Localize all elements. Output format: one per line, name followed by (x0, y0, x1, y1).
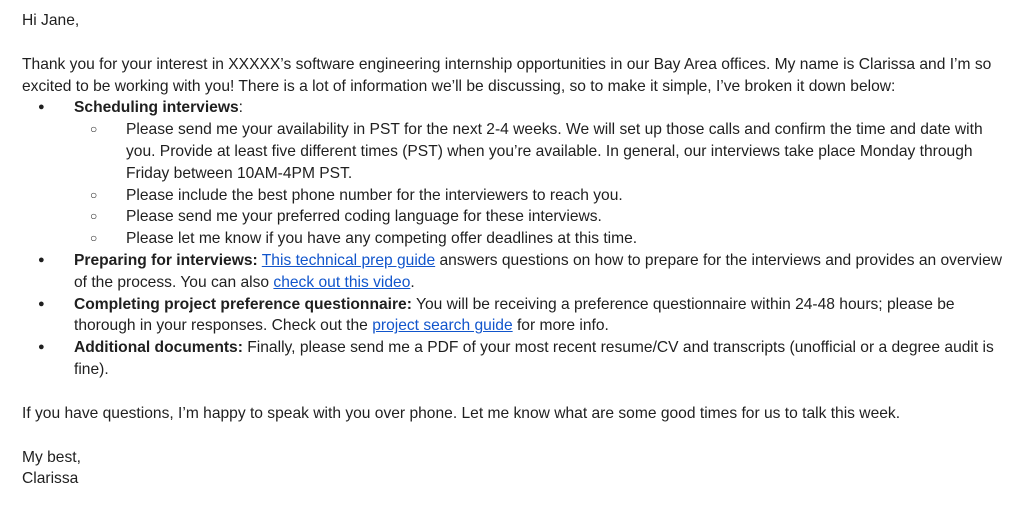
list-item-questionnaire: ● Completing project preference question… (22, 294, 1008, 338)
signoff: My best, (22, 448, 81, 466)
greeting: Hi Jane, (22, 12, 80, 29)
preparing-title: Preparing for interviews: (74, 251, 258, 269)
bullet-icon: ● (38, 341, 45, 354)
bullet-icon: ● (38, 101, 45, 114)
preparing-period: . (410, 273, 415, 291)
documents-title: Additional documents: (74, 339, 243, 357)
main-bullet-list: ● Scheduling interviews: ○ Please send m… (22, 97, 1008, 380)
scheduling-sub-list: ○ Please send me your availability in PS… (74, 119, 1008, 250)
closing-question: If you have questions, I’m happy to spea… (22, 404, 901, 422)
sub-list-item: ○ Please include the best phone number f… (74, 185, 1008, 207)
sub-item-text: Please include the best phone number for… (126, 186, 623, 204)
sub-item-text: Please let me know if you have any compe… (126, 230, 638, 248)
sub-bullet-icon: ○ (90, 187, 98, 202)
list-item-preparing: ● Preparing for interviews: This technic… (22, 250, 1008, 294)
sub-list-item: ○ Please send me your availability in PS… (74, 119, 1008, 184)
sub-item-text: Please send me your availability in PST … (126, 121, 983, 182)
sub-item-text: Please send me your preferred coding lan… (126, 208, 602, 226)
sub-bullet-icon: ○ (90, 209, 98, 224)
signature: Clarissa (22, 470, 79, 488)
bullet-icon: ● (38, 253, 45, 266)
scheduling-colon: : (238, 99, 243, 117)
sub-bullet-icon: ○ (90, 231, 98, 246)
scheduling-title: Scheduling interviews (74, 99, 239, 117)
intro-paragraph: Thank you for your interest in XXXXX’s s… (22, 55, 992, 95)
list-item-scheduling: ● Scheduling interviews: ○ Please send m… (22, 97, 1008, 250)
sub-bullet-icon: ○ (90, 122, 98, 137)
questionnaire-title: Completing project preference questionna… (74, 295, 412, 313)
sub-list-item: ○ Please let me know if you have any com… (74, 228, 1008, 250)
sub-list-item: ○ Please send me your preferred coding l… (74, 206, 1008, 228)
bullet-icon: ● (38, 297, 45, 310)
list-item-documents: ● Additional documents: Finally, please … (22, 337, 1008, 381)
questionnaire-text-end: for more info. (512, 317, 609, 335)
project-search-guide-link[interactable]: project search guide (372, 317, 512, 334)
technical-prep-guide-link[interactable]: This technical prep guide (262, 252, 435, 269)
video-link[interactable]: check out this video (273, 274, 410, 291)
email-body: Hi Jane, Thank you for your interest in … (0, 0, 1022, 512)
